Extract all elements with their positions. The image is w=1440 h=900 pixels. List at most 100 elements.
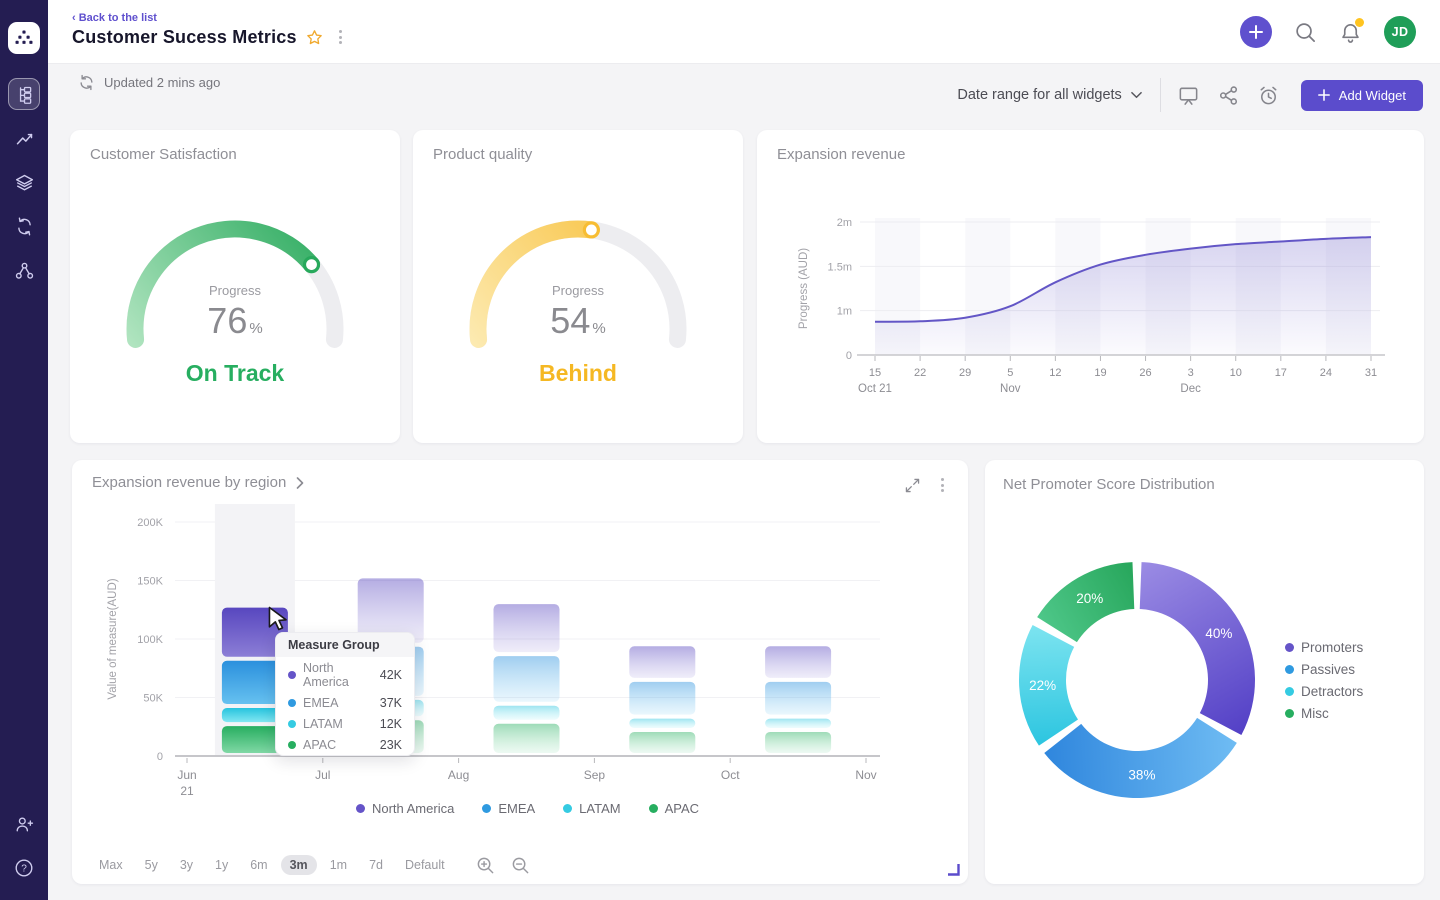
zoom-in-icon [476,856,495,875]
range-button-1m[interactable]: 1m [321,855,356,875]
legend-item-apac[interactable]: APAC [649,801,699,816]
create-new-button[interactable] [1240,16,1272,48]
share-button[interactable] [1209,78,1249,112]
svg-text:Value of measure(AUD): Value of measure(AUD) [107,578,119,699]
sidebar-item-layers[interactable] [8,166,40,198]
title-kebab-menu-icon[interactable] [333,26,348,48]
svg-text:Jul: Jul [315,768,330,782]
nps-legend: Promoters Passives Detractors Misc [1285,640,1363,721]
measure-group-tooltip: Measure Group North America42KEMEA37KLAT… [275,632,415,756]
svg-text:5: 5 [1007,367,1013,379]
add-widget-button[interactable]: Add Widget [1301,80,1423,111]
svg-text:Nov: Nov [1000,383,1021,395]
range-button-3m[interactable]: 3m [281,855,317,875]
svg-text:Progress (AUD): Progress (AUD) [798,248,810,329]
legend-item-north-america[interactable]: North America [356,801,454,816]
sidebar-item-trends[interactable] [8,122,40,154]
search-icon [1294,21,1317,44]
sidebar-item-invite-user[interactable] [8,808,40,840]
back-chevron-icon: ‹ [72,12,76,24]
range-button-5y[interactable]: 5y [136,855,167,875]
app-logo[interactable] [8,22,40,54]
legend-label: Misc [1301,706,1329,721]
legend-label: Passives [1301,662,1355,677]
legend-item-emea[interactable]: EMEA [482,801,535,816]
expansion-by-region-card: Expansion revenue by region 050K100K150K… [72,460,968,884]
legend-dot-icon [356,804,365,813]
svg-text:Nov: Nov [855,768,876,782]
legend-label: EMEA [498,801,535,816]
sidebar-item-relations[interactable] [8,254,40,286]
series-dot-icon [288,741,296,749]
legend-item-passives[interactable]: Passives [1285,662,1363,677]
svg-text:150K: 150K [137,576,163,588]
tooltip-series-value: 37K [380,696,402,710]
svg-text:40%: 40% [1205,626,1232,641]
legend-dot-icon [649,804,658,813]
resize-corner-icon[interactable] [947,863,960,876]
gauge-progress-label: Progress [70,283,400,298]
notifications-button[interactable] [1339,21,1362,44]
svg-text:Oct: Oct [721,768,740,782]
tooltip-series-label: LATAM [303,717,373,731]
date-range-label: Date range for all widgets [957,87,1121,103]
top-header: ‹ Back to the list Customer Sucess Metri… [48,0,1440,64]
range-button-6m[interactable]: 6m [241,855,276,875]
legend-item-latam[interactable]: LATAM [563,801,620,816]
add-user-icon [13,813,35,835]
region-stacked-bar-chart[interactable]: 050K100K150K200KJun21JulAugSepOctNovValu… [72,460,968,884]
range-button-1y[interactable]: 1y [206,855,237,875]
layers-icon [14,172,35,193]
back-link[interactable]: ‹ Back to the list [72,12,157,24]
range-button-7d[interactable]: 7d [360,855,392,875]
gauge-status: Behind [413,360,743,387]
header-actions: JD [1240,16,1416,48]
last-updated: Updated 2 mins ago [78,74,220,91]
range-button-max[interactable]: Max [90,855,132,875]
svg-text:100K: 100K [137,634,163,646]
legend-item-misc[interactable]: Misc [1285,706,1363,721]
sidebar-item-sync[interactable] [8,210,40,242]
legend-item-promoters[interactable]: Promoters [1285,640,1363,655]
network-icon [14,260,35,281]
tooltip-row: EMEA 37K [276,692,414,713]
search-button[interactable] [1294,21,1317,44]
svg-text:Dec: Dec [1180,383,1201,395]
bar-chart-legend: North America EMEA LATAM APAC [175,801,880,816]
zoom-out-button[interactable] [511,856,530,875]
avatar[interactable]: JD [1384,16,1416,48]
range-button-default[interactable]: Default [396,855,454,875]
svg-text:3: 3 [1188,367,1194,379]
expansion-revenue-card: Expansion revenue 01m1.5m2m1522295121926… [757,130,1424,443]
svg-text:10: 10 [1230,367,1242,379]
legend-item-detractors[interactable]: Detractors [1285,684,1363,699]
refresh-icon[interactable] [78,74,95,91]
svg-text:17: 17 [1275,367,1287,379]
svg-text:1m: 1m [837,306,852,318]
svg-text:?: ? [21,864,27,875]
dashboard-page: ? ‹ Back to the list Customer Sucess Met… [0,0,1440,900]
svg-text:22: 22 [914,367,926,379]
favorite-star-icon[interactable] [305,27,325,47]
help-icon: ? [13,857,35,879]
svg-text:200K: 200K [137,517,163,529]
svg-text:Jun: Jun [177,768,196,782]
tooltip-row: North America42K [276,657,414,692]
tooltip-series-label: EMEA [303,696,373,710]
tooltip-series-label: APAC [303,738,373,752]
zoom-in-button[interactable] [476,856,495,875]
sidebar-item-dashboards[interactable] [8,78,40,110]
customer-satisfaction-card: Customer Satisfaction Progress 76% On Tr… [70,130,400,443]
date-range-dropdown[interactable]: Date range for all widgets [957,87,1159,103]
svg-text:0: 0 [157,751,163,763]
schedule-button[interactable] [1249,78,1289,112]
back-label: Back to the list [79,12,157,24]
range-button-3y[interactable]: 3y [171,855,202,875]
sidebar-item-help[interactable]: ? [8,852,40,884]
expansion-revenue-line-chart[interactable]: 01m1.5m2m1522295121926310172431Oct 21Nov… [757,130,1424,443]
svg-text:22%: 22% [1029,678,1056,693]
tooltip-series-value: 23K [380,738,402,752]
present-button[interactable] [1169,78,1209,112]
tooltip-row: APAC 23K [276,734,414,755]
range-controls: Max5y3y1y6m3m1m7dDefault [90,855,530,875]
